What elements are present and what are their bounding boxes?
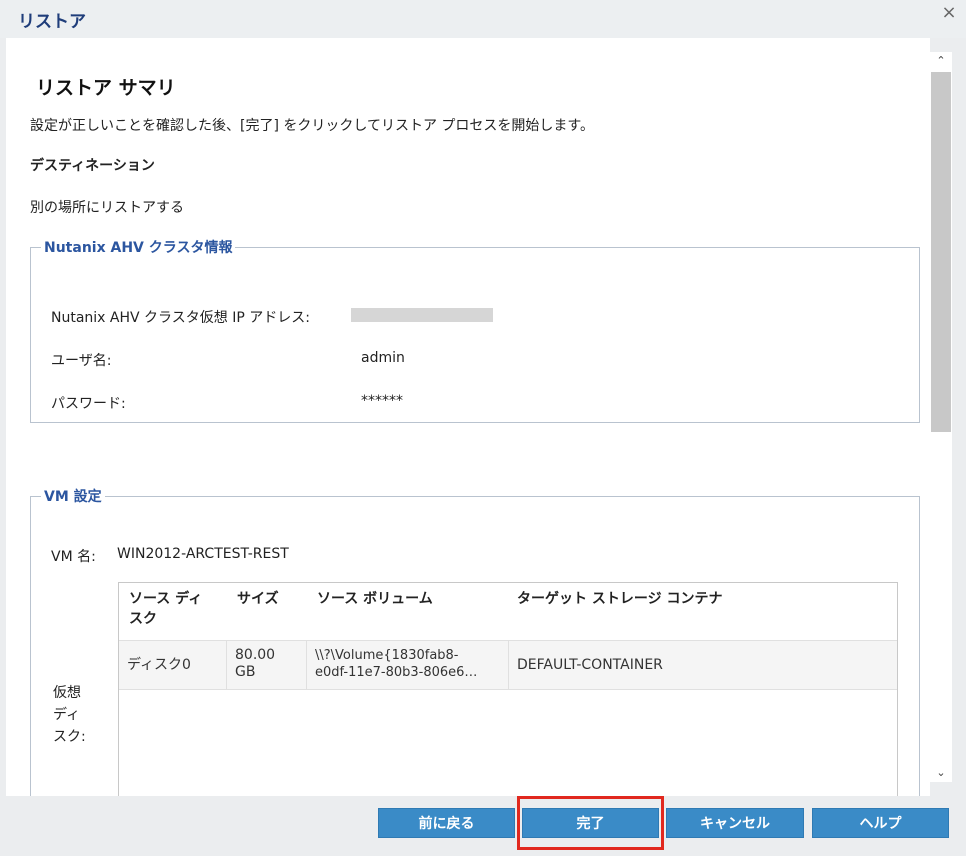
virtual-disk-label-line: ディ: [53, 707, 81, 723]
header-line: ターゲット ストレージ コンテナ: [517, 591, 723, 607]
ip-address-value: [351, 308, 493, 322]
vm-settings-group: VM 設定 VM 名: WIN2012-ARCTEST-REST 仮想 ディ ス…: [30, 486, 920, 796]
cluster-info-group: Nutanix AHV クラスタ情報 Nutanix AHV クラスタ仮想 IP…: [30, 237, 920, 423]
cell-target-container: DEFAULT-CONTAINER: [517, 657, 663, 673]
vm-name-value: WIN2012-ARCTEST-REST: [117, 546, 289, 562]
cell-source-disk: ディスク0: [119, 641, 227, 689]
cell-size-line: GB: [235, 664, 256, 680]
ip-address-label: Nutanix AHV クラスタ仮想 IP アドレス:: [51, 310, 310, 326]
password-label: パスワード:: [51, 396, 126, 412]
page-title: リストア サマリ: [36, 77, 176, 99]
scroll-thumb[interactable]: [931, 72, 951, 432]
column-header-source-disk[interactable]: ソース ディ スク: [129, 589, 202, 629]
column-header-size[interactable]: サイズ: [237, 589, 279, 609]
table-row[interactable]: ディスク0 80.00 GB \\?\Volume{1830fab8- e0df…: [119, 640, 897, 690]
cell-size-line: 80.00: [235, 647, 276, 663]
cluster-info-legend: Nutanix AHV クラスタ情報: [44, 240, 233, 256]
help-button[interactable]: ヘルプ: [812, 808, 949, 838]
cell-source-volume: \\?\Volume{1830fab8- e0df-11e7-80b3-806e…: [307, 641, 509, 689]
scroll-down-icon[interactable]: ⌄: [930, 764, 952, 782]
window-title: リストア: [18, 12, 86, 32]
back-button[interactable]: 前に戻る: [378, 808, 515, 838]
finish-button[interactable]: 完了: [522, 808, 659, 838]
header-line: ソース ボリューム: [317, 591, 433, 607]
disk-table[interactable]: ソース ディ スク サイズ ソース ボリューム ターゲット ストレージ コンテナ…: [118, 582, 898, 796]
virtual-disk-label-line: 仮想: [53, 685, 81, 701]
instruction-text: 設定が正しいことを確認した後、[完了] をクリックしてリストア プロセスを開始し…: [30, 118, 595, 134]
summary-content: リストア サマリ 設定が正しいことを確認した後、[完了] をクリックしてリストア…: [6, 38, 930, 796]
cell-volume-line: \\?\Volume{1830fab8-: [315, 648, 459, 663]
close-icon[interactable]: ×: [938, 3, 960, 25]
vm-name-label: VM 名:: [51, 549, 96, 565]
header-line: スク: [129, 611, 157, 627]
scroll-up-icon[interactable]: ⌃: [930, 52, 952, 70]
virtual-disk-label-line: スク:: [53, 729, 86, 745]
destination-value: 別の場所にリストアする: [30, 200, 184, 216]
username-value: admin: [361, 350, 405, 366]
virtual-disk-label: 仮想 ディ スク:: [53, 682, 93, 748]
dialog-frame: リストア サマリ 設定が正しいことを確認した後、[完了] をクリックしてリストア…: [0, 38, 966, 856]
header-line: ソース ディ: [129, 591, 203, 607]
password-value: ******: [361, 393, 403, 409]
column-header-source-volume[interactable]: ソース ボリューム: [317, 589, 433, 609]
vertical-scrollbar[interactable]: ⌃ ⌄: [930, 52, 952, 782]
destination-label: デスティネーション: [30, 158, 155, 174]
title-bar: リストア ×: [0, 0, 966, 39]
cell-size: 80.00 GB: [227, 641, 307, 689]
cell-volume-line: e0df-11e7-80b3-806e6…: [315, 665, 478, 680]
column-header-target-container[interactable]: ターゲット ストレージ コンテナ: [517, 589, 722, 609]
username-label: ユーザ名:: [51, 353, 112, 369]
header-line: サイズ: [237, 591, 279, 607]
vm-settings-legend: VM 設定: [44, 489, 102, 505]
cancel-button[interactable]: キャンセル: [666, 808, 804, 838]
